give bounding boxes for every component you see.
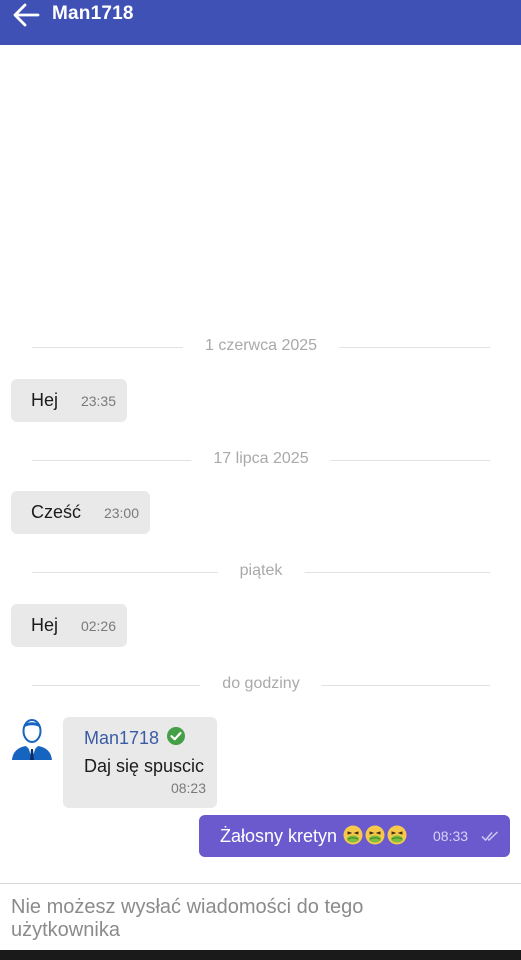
date-divider: 17 lipca 2025 <box>32 449 490 473</box>
message-time: 02:26 <box>80 618 116 634</box>
date-label: 17 lipca 2025 <box>191 450 331 468</box>
message-text: Hej <box>31 390 59 410</box>
double-check-icon <box>481 831 499 842</box>
blocked-notice: Nie możesz wysłać wiadomości do tego uży… <box>11 896 364 941</box>
sender-name[interactable]: Man1718 <box>84 728 159 749</box>
emoji-group <box>343 825 409 847</box>
system-nav-bar <box>0 950 521 960</box>
message-time: 08:23 <box>170 780 206 796</box>
nauseated-face-icon <box>365 825 385 845</box>
message-time: 23:00 <box>103 505 139 521</box>
incoming-message[interactable]: Hej 02:26 <box>11 604 127 647</box>
date-divider: 1 czerwca 2025 <box>32 336 490 360</box>
message-card[interactable]: Man1718 Daj się spuscic 08:23 <box>63 717 217 808</box>
outgoing-message[interactable]: Żałosny kretyn 08:33 <box>199 815 510 857</box>
app-bar: Man1718 <box>0 0 521 45</box>
chat-title[interactable]: Man1718 <box>52 3 134 25</box>
date-label: do godziny <box>200 675 322 693</box>
date-label: 1 czerwca 2025 <box>182 337 340 355</box>
date-divider: do godziny <box>32 674 490 698</box>
nauseated-face-icon <box>387 825 407 845</box>
user-avatar-icon[interactable] <box>11 716 53 760</box>
date-label: piątek <box>217 562 305 580</box>
nauseated-face-icon <box>343 825 363 845</box>
message-time: 08:33 <box>433 828 469 844</box>
message-text: Żałosny kretyn <box>220 826 338 846</box>
composer-area: Nie możesz wysłać wiadomości do tego uży… <box>0 883 521 950</box>
incoming-message[interactable]: Hej 23:35 <box>11 379 127 422</box>
message-time: 23:35 <box>80 393 116 409</box>
message-text: Hej <box>31 615 59 635</box>
incoming-message[interactable]: Cześć 23:00 <box>11 491 150 534</box>
verified-check-icon <box>167 727 185 745</box>
message-text: Daj się spuscic <box>84 756 205 776</box>
message-text: Cześć <box>31 502 82 522</box>
arrow-back-icon[interactable] <box>12 2 40 28</box>
date-divider: piątek <box>32 561 490 585</box>
